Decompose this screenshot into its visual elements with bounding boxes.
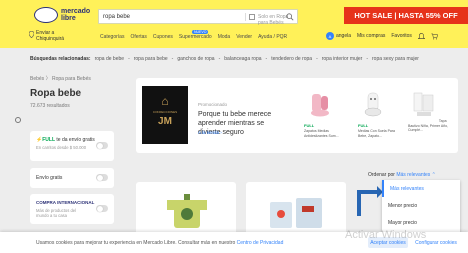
related-sep: - (366, 56, 368, 62)
related-sep: - (316, 56, 318, 62)
related-link[interactable]: tendedero de ropa (271, 56, 312, 62)
results-count: 72.673 resultados (30, 103, 70, 109)
breadcrumb[interactable]: Bebés 〉 Ropa para Bebés (30, 75, 91, 82)
product-name: Tapa Bautizo Niña, Primer Año, Cumplé... (408, 119, 449, 132)
brand-logo[interactable]: mercado libre (34, 7, 90, 23)
related-sep: - (265, 56, 268, 62)
avatar: A (326, 32, 334, 40)
store-link[interactable]: A la tienda › (198, 130, 222, 135)
user-menu: A angela Mis compras Favoritos (326, 32, 438, 40)
product-name: Zapatos Medias Antideslizantes Sum... (304, 129, 339, 138)
baby-sock-image (364, 92, 382, 117)
nav-vender[interactable]: Vender (236, 34, 252, 40)
nav-categorias[interactable]: Categorías (100, 34, 124, 40)
location-city: Chiquinquirá (36, 36, 65, 42)
search-divider (245, 13, 246, 21)
new-badge: NUEVO (192, 30, 209, 34)
promoted-label: Promocionado (198, 102, 228, 107)
search-value: ropa bebe (103, 13, 131, 20)
product-card[interactable] (246, 182, 346, 237)
related-link[interactable]: ropa de bebe (95, 56, 124, 62)
hanger-icon: ⌂ (161, 94, 169, 108)
my-purchases-link[interactable]: Mis compras (357, 33, 385, 39)
full-label: FULL (42, 137, 56, 143)
sort-option[interactable]: Más relevantes (382, 180, 460, 197)
christening-outfit-image (413, 92, 434, 116)
nav-supermercado[interactable]: Supermercado (179, 34, 212, 40)
full-badge: FULL (304, 122, 315, 128)
chevron-up-icon: ⌃ (431, 172, 436, 178)
sort-control[interactable]: Ordenar por Más relevantes ⌃ (368, 172, 436, 178)
main-nav: Categorías Ofertas Cupones Supermercado … (100, 34, 287, 40)
full-badge: ⚡FULL (36, 137, 56, 143)
related-link[interactable]: ganchos de ropa (177, 56, 214, 62)
sponsored-banner: ⌂ CONFECCIONES JM Promocionado Porque tu… (136, 78, 458, 153)
banner-product[interactable]: Tapa Bautizo Niña, Primer Año, Cumplé... (408, 90, 452, 133)
privacy-center-link[interactable]: Centro de Privacidad (237, 240, 284, 246)
free-shipping-label: Envío gratis (36, 175, 63, 181)
nav-ayuda[interactable]: Ayuda / PQR (258, 34, 287, 40)
pointer-arrow (357, 186, 383, 216)
store-logo-name: JM (158, 116, 172, 127)
product-name: Medias Con Suela Para Bebe, Zapato... (358, 129, 395, 138)
search-icon[interactable] (286, 13, 294, 21)
search-input[interactable]: ropa bebe Solo en Ropa para Bebés (98, 9, 298, 26)
account-menu[interactable]: A angela (326, 32, 351, 40)
related-link[interactable]: ropa para bebe (134, 56, 168, 62)
related-sep: - (128, 56, 130, 62)
related-sep: - (218, 56, 221, 62)
banner-product[interactable]: FULL Medias Con Suela Para Bebe, Zapato.… (358, 90, 402, 138)
banner-product[interactable]: FULL Zapatos Medias Antideslizantes Sum.… (304, 90, 348, 138)
handshake-icon (34, 7, 58, 23)
related-label: Búsquedas relacionadas: (30, 56, 91, 62)
nav-ofertas[interactable]: Ofertas (130, 34, 146, 40)
baby-shoe-image (311, 94, 329, 117)
international-subtext: Más de productos del mundo a tu casa (36, 208, 77, 218)
cart-icon[interactable] (431, 33, 438, 40)
page-title: Ropa bebe (30, 88, 82, 99)
free-shipping-filter[interactable]: Envío gratis (30, 168, 114, 188)
cookie-message: Usamos cookies para mejorar tu experienc… (36, 240, 236, 246)
product-image (270, 198, 322, 228)
related-link[interactable]: balanceaga ropa (224, 56, 261, 62)
bell-icon[interactable] (417, 32, 425, 40)
international-filter[interactable]: COMPRA INTERNACIONAL Más de productos de… (30, 194, 114, 224)
international-label: COMPRA INTERNACIONAL (36, 200, 95, 205)
nav-moda[interactable]: Moda (218, 34, 231, 40)
product-card[interactable] (136, 182, 236, 237)
full-toggle[interactable] (96, 142, 108, 149)
full-shipping-filter[interactable]: ⚡FULL te da envío gratis En carritos des… (30, 131, 114, 161)
logo-line2: libre (61, 15, 76, 22)
windows-activation-watermark: Activar Windows (345, 229, 427, 241)
international-toggle[interactable] (96, 205, 108, 212)
product-image (167, 194, 207, 228)
sort-label: Ordenar por (368, 172, 395, 178)
side-marker (15, 117, 21, 123)
favorites-link[interactable]: Favoritos (391, 33, 412, 39)
full-text: te da envío gratis (56, 137, 95, 143)
delivery-location[interactable]: Enviar a Chiquinquirá (29, 30, 65, 42)
sort-selected-value: Más relevantes (396, 172, 431, 178)
cookie-text: Usamos cookies para mejorar tu experienc… (36, 240, 283, 246)
nav-cupones[interactable]: Cupones (153, 34, 173, 40)
related-link[interactable]: ropa sexy para mujer (372, 56, 419, 62)
location-pin-icon (29, 31, 34, 38)
related-sep: - (171, 56, 174, 62)
store-logo[interactable]: ⌂ CONFECCIONES JM (142, 86, 188, 144)
sort-dropdown: Más relevantes Menor precio Mayor precio (382, 180, 460, 236)
related-link[interactable]: ropa interior mujer (322, 56, 363, 62)
related-searches: Búsquedas relacionadas: ropa de bebe - r… (30, 56, 419, 62)
hot-sale-banner[interactable]: HOT SALE | HASTA 55% OFF (344, 7, 468, 24)
store-logo-tagline: CONFECCIONES (152, 110, 178, 114)
logo-line1: mercado (61, 8, 91, 15)
user-name: angela (336, 33, 352, 39)
top-header: mercado libre ropa bebe Solo en Ropa par… (0, 0, 468, 48)
search-scope-checkbox[interactable] (249, 14, 255, 20)
sort-option[interactable]: Menor precio (382, 197, 460, 214)
free-shipping-toggle[interactable] (96, 174, 108, 181)
full-badge: FULL (358, 122, 369, 128)
